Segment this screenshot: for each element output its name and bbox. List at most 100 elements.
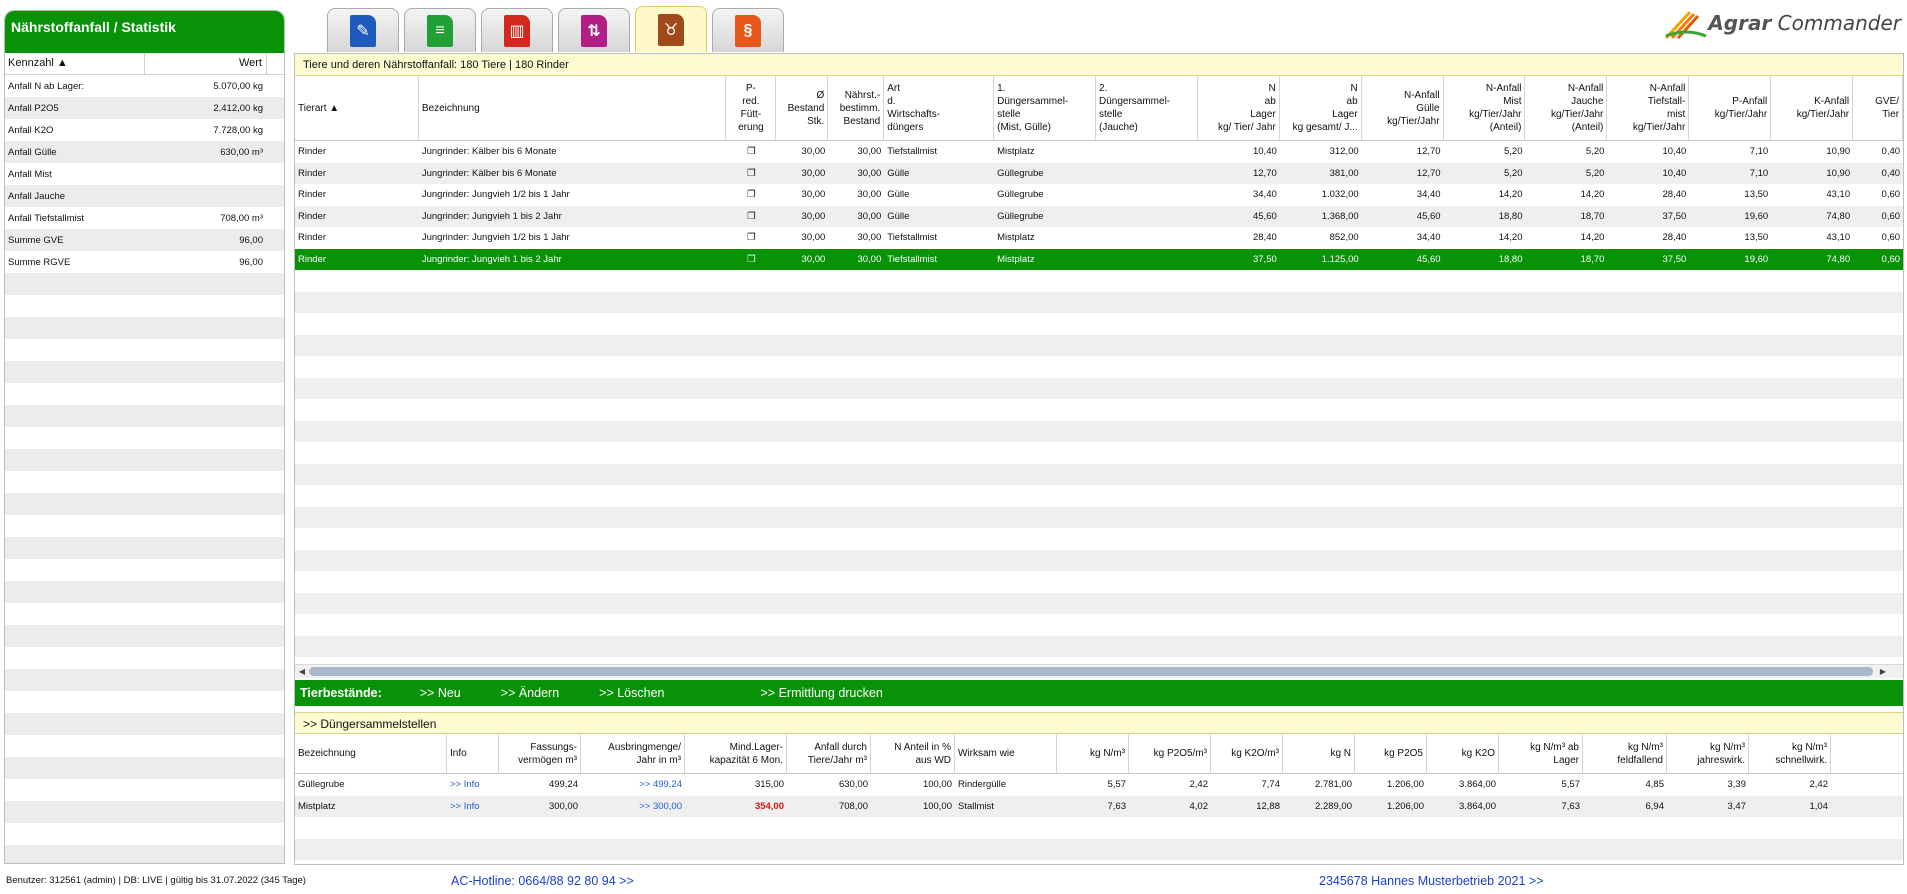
empty-row xyxy=(5,801,284,823)
column-header[interactable]: kg K2O/m³ xyxy=(1211,734,1283,773)
statistic-row[interactable]: Anfall N ab Lager: 5.070,00 kg xyxy=(5,75,284,97)
column-header[interactable]: P-Anfall kg/Tier/Jahr xyxy=(1689,76,1772,140)
tab-list[interactable]: ≡ xyxy=(404,8,476,52)
empty-row xyxy=(295,420,1903,442)
column-header[interactable]: Bezeichnung xyxy=(295,734,447,773)
tab-animals[interactable]: ♉ xyxy=(635,6,707,52)
column-header[interactable]: kg P2O5/m³ xyxy=(1129,734,1211,773)
tab-statistics[interactable]: ▥ xyxy=(481,8,553,52)
new-button[interactable]: >> Neu xyxy=(420,686,461,700)
scrollbar-thumb[interactable] xyxy=(309,667,1873,676)
animal-cell: 852,00 xyxy=(1329,232,1359,244)
column-header[interactable]: kg N/m³ schnellwirk. xyxy=(1749,734,1831,773)
column-header[interactable]: Anfall durch Tiere/Jahr m³ xyxy=(787,734,871,773)
manure-stores-caption[interactable]: >> Düngersammelstellen xyxy=(295,712,1903,734)
column-header[interactable]: kg N/m³ feldfallend xyxy=(1583,734,1667,773)
animal-cell: Jungrinder: Kälber bis 6 Monate xyxy=(421,146,557,158)
column-header[interactable]: Nährst.- bestimm. Bestand xyxy=(828,76,885,140)
store-cell: Güllegrube xyxy=(298,779,345,791)
scroll-left-icon[interactable]: ◀ xyxy=(296,665,308,678)
statistic-row[interactable]: Anfall P2O5 2.412,00 kg xyxy=(5,97,284,119)
column-header[interactable]: Ausbringmenge/ Jahr in m³ xyxy=(581,734,685,773)
column-header[interactable]: P- red. Fütt- erung xyxy=(726,76,777,140)
column-header[interactable]: Bezeichnung xyxy=(419,76,727,140)
column-header[interactable]: Mind.Lager- kapazität 6 Mon. xyxy=(685,734,787,773)
column-header[interactable]: N ab Lager kg gesamt/ J... xyxy=(1280,76,1362,140)
tab-transfer[interactable]: ⇅ xyxy=(558,8,630,52)
statistic-row[interactable]: Anfall Jauche xyxy=(5,185,284,207)
hotline-link[interactable]: AC-Hotline: 0664/88 92 80 94 >> xyxy=(451,874,634,888)
p-reduced-checkbox[interactable]: ❐ xyxy=(726,232,776,243)
statistic-row[interactable]: Anfall Mist xyxy=(5,163,284,185)
column-header[interactable]: kg N xyxy=(1283,734,1355,773)
spread-amount-link[interactable]: >> 499,24 xyxy=(581,779,685,790)
animals-caption: Tiere und deren Nährstoffanfall: 180 Tie… xyxy=(295,54,1903,76)
statistic-row[interactable]: Anfall Tiefstallmist 708,00 m³ xyxy=(5,207,284,229)
delete-button[interactable]: >> Löschen xyxy=(599,686,664,700)
column-header[interactable]: 2. Düngersammel- stelle (Jauche) xyxy=(1096,76,1198,140)
p-reduced-checkbox[interactable]: ❐ xyxy=(726,211,776,222)
animal-cell: 28,40 xyxy=(1662,189,1687,201)
empty-row xyxy=(5,361,284,383)
animal-cell: 43,10 xyxy=(1826,189,1851,201)
farm-link[interactable]: 2345678 Hannes Musterbetrieb 2021 >> xyxy=(1319,874,1543,888)
animal-cell: 34,40 xyxy=(1416,232,1441,244)
tab-documents[interactable]: ✎ xyxy=(327,8,399,52)
column-header[interactable]: kg K2O xyxy=(1427,734,1499,773)
animal-cell: 18,70 xyxy=(1580,210,1605,222)
column-header[interactable]: N-Anfall Mist kg/Tier/Jahr (Anteil) xyxy=(1444,76,1526,140)
column-header[interactable]: GVE/ Tier xyxy=(1853,76,1903,140)
spread-amount-link[interactable]: >> 300,00 xyxy=(581,801,685,812)
column-header[interactable]: 1. Düngersammel- stelle (Mist, Gülle) xyxy=(994,76,1096,140)
p-reduced-checkbox[interactable]: ❐ xyxy=(726,168,776,179)
animal-row[interactable]: Rinder Jungrinder: Jungvieh 1 bis 2 Jahr ❐… xyxy=(295,248,1903,270)
statistic-row[interactable]: Summe RGVE 96,00 xyxy=(5,251,284,273)
column-header[interactable]: N-Anfall Tiefstall- mist kg/Tier/Jahr xyxy=(1607,76,1690,140)
column-header[interactable]: Ø Bestand Stk. xyxy=(776,76,829,140)
scroll-right-icon[interactable]: ▶ xyxy=(1877,665,1889,678)
p-reduced-checkbox[interactable]: ❐ xyxy=(726,189,776,200)
horizontal-scrollbar[interactable]: ◀ ▶ xyxy=(295,664,1903,678)
column-header[interactable]: K-Anfall kg/Tier/Jahr xyxy=(1771,76,1854,140)
empty-row xyxy=(295,356,1903,378)
statistic-value: 96,00 xyxy=(239,256,263,268)
animal-row[interactable]: Rinder Jungrinder: Kälber bis 6 Monate ❐ 30… xyxy=(295,162,1903,184)
column-header[interactable]: N ab Lager kg/ Tier/ Jahr xyxy=(1198,76,1280,140)
animal-cell: Rinder xyxy=(298,167,326,179)
animal-row[interactable]: Rinder Jungrinder: Jungvieh 1/2 bis 1 Jah… xyxy=(295,184,1903,206)
column-header[interactable]: Fassungs- vermögen m³ xyxy=(499,734,581,773)
column-header[interactable]: N-Anfall Gülle kg/Tier/Jahr xyxy=(1362,76,1444,140)
column-header[interactable]: kg N/m³ jahreswirk. xyxy=(1667,734,1749,773)
store-cell: 708,00 xyxy=(838,800,868,812)
manure-store-row[interactable]: Güllegrube >> Info 499,24 >> 499,24 315,00 63… xyxy=(295,774,1903,796)
column-header[interactable]: Wirksam wie xyxy=(955,734,1057,773)
animal-cell: 5,20 xyxy=(1585,146,1605,158)
animal-row[interactable]: Rinder Jungrinder: Kälber bis 6 Monate ❐ 30… xyxy=(295,141,1903,163)
column-header[interactable]: Tierart ▲ xyxy=(295,76,419,140)
p-reduced-checkbox[interactable]: ❐ xyxy=(726,146,776,157)
info-link[interactable]: >> Info xyxy=(447,779,499,790)
column-header[interactable]: Art d. Wirtschafts- düngers xyxy=(884,76,995,140)
statistic-label: Anfall Mist xyxy=(8,168,52,180)
column-header[interactable]: Info xyxy=(447,734,499,773)
p-reduced-checkbox[interactable]: ❐ xyxy=(726,254,776,265)
store-cell: 315,00 xyxy=(754,779,784,791)
tab-legal[interactable]: § xyxy=(712,8,784,52)
edit-button[interactable]: >> Ändern xyxy=(501,686,559,700)
column-header-wert[interactable]: Wert xyxy=(145,53,267,74)
column-header-kennzahl[interactable]: Kennzahl ▲ xyxy=(5,53,145,74)
print-calculation-button[interactable]: >> Ermittlung drucken xyxy=(761,686,883,700)
column-header[interactable]: N-Anfall Jauche kg/Tier/Jahr (Anteil) xyxy=(1525,76,1608,140)
animal-row[interactable]: Rinder Jungrinder: Jungvieh 1 bis 2 Jahr ❐… xyxy=(295,205,1903,227)
statistic-row[interactable]: Anfall K2O 7.728,00 kg xyxy=(5,119,284,141)
column-header[interactable]: kg N/m³ xyxy=(1057,734,1129,773)
column-header[interactable]: kg P2O5 xyxy=(1355,734,1427,773)
manure-store-row[interactable]: Mistplatz >> Info 300,00 >> 300,00 354,00 708… xyxy=(295,795,1903,817)
info-link[interactable]: >> Info xyxy=(447,801,499,812)
column-header[interactable]: kg N/m³ ab Lager xyxy=(1499,734,1583,773)
statistic-row[interactable]: Anfall Gülle 630,00 m³ xyxy=(5,141,284,163)
empty-row xyxy=(295,549,1903,571)
column-header[interactable]: N Anteil in % aus WD xyxy=(871,734,955,773)
statistic-row[interactable]: Summe GVE 96,00 xyxy=(5,229,284,251)
animal-row[interactable]: Rinder Jungrinder: Jungvieh 1/2 bis 1 Jah… xyxy=(295,227,1903,249)
